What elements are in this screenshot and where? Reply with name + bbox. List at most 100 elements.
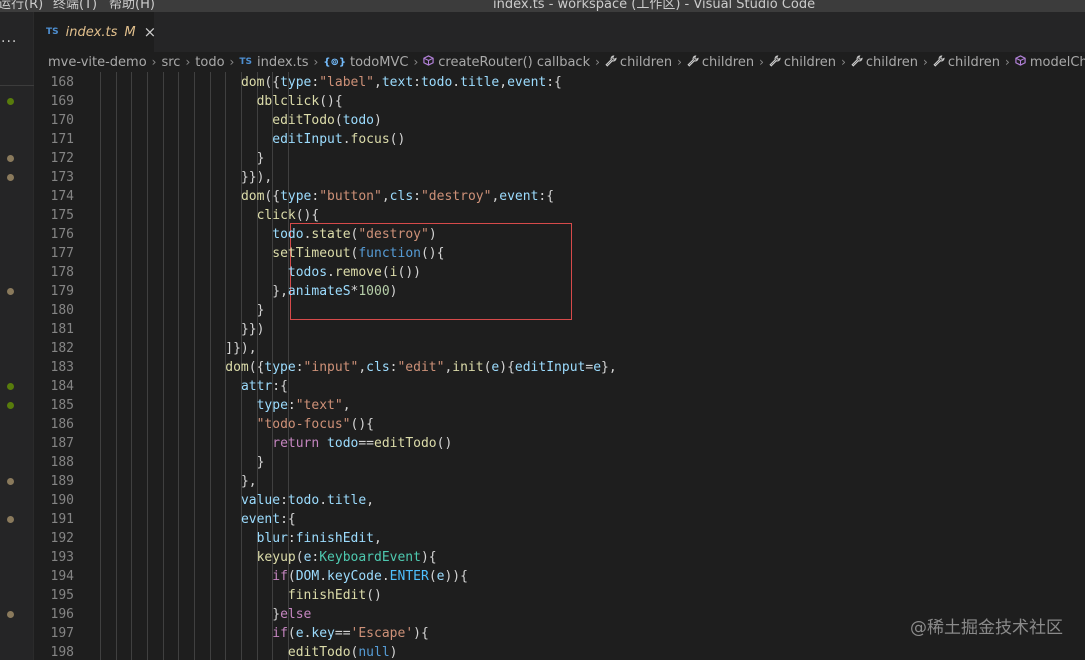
- modified-change-dot[interactable]: [7, 516, 14, 523]
- code-token: text: [381, 75, 414, 90]
- code-line[interactable]: 187 return todo==editTodo(): [34, 434, 1085, 453]
- line-number: 181: [50, 322, 74, 337]
- code-token: "todo-focus": [256, 417, 351, 432]
- code-token: (: [381, 265, 390, 280]
- code-token: value: [240, 493, 281, 508]
- code-token: ENTER: [389, 569, 429, 584]
- code-line[interactable]: 183 dom({type:"input",cls:"edit",init(e){…: [34, 358, 1085, 377]
- line-number: 178: [50, 265, 74, 280]
- code-line[interactable]: 193 keyup(e:KeyboardEvent){: [34, 548, 1085, 567]
- menu-terminal[interactable]: 终端(T): [53, 0, 97, 12]
- modified-change-dot[interactable]: [7, 288, 14, 295]
- code-token: todo: [272, 227, 304, 242]
- code-token: (){: [295, 208, 320, 223]
- modified-change-dot[interactable]: [7, 478, 14, 485]
- modified-change-dot[interactable]: [7, 155, 14, 162]
- code-line[interactable]: 173}}),: [34, 168, 1085, 187]
- tab-index-ts[interactable]: TS index.ts M ×: [34, 12, 157, 52]
- code-token: ,: [374, 531, 382, 546]
- breadcrumb-item[interactable]: createRouter() callback: [423, 55, 590, 70]
- modified-change-dot[interactable]: [7, 611, 14, 618]
- code-token: todo: [327, 436, 359, 451]
- method-cube-icon: [1015, 55, 1026, 69]
- code-line[interactable]: 181}}): [34, 320, 1085, 339]
- code-token: :: [287, 398, 296, 413]
- code-line[interactable]: 177 setTimeout(function(){: [34, 244, 1085, 263]
- code-line[interactable]: 182]}),: [34, 339, 1085, 358]
- breadcrumb-item[interactable]: children: [851, 55, 918, 70]
- code-token: todo: [342, 113, 375, 128]
- code-line[interactable]: 172}: [34, 149, 1085, 168]
- code-token: type: [280, 189, 312, 204]
- code-line[interactable]: 179 },animateS*1000): [34, 282, 1085, 301]
- code-line[interactable]: 194 if(DOM.keyCode.ENTER(e)){: [34, 567, 1085, 586]
- wrench-icon: [769, 54, 781, 70]
- code-line[interactable]: 188}: [34, 453, 1085, 472]
- menu-run[interactable]: 运行(R): [0, 0, 43, 12]
- code-token: ,: [499, 75, 508, 90]
- code-line[interactable]: 169 dblclick(){: [34, 92, 1085, 111]
- added-change-dot[interactable]: [7, 383, 14, 390]
- breadcrumb-item[interactable]: modelChildren(): [1015, 55, 1085, 70]
- breadcrumb-item[interactable]: children: [769, 55, 836, 70]
- code-text: finishEdit(): [288, 586, 382, 605]
- tab-bar: TS index.ts M ×: [34, 12, 1085, 52]
- code-token: .: [319, 569, 328, 584]
- code-token: .: [452, 75, 461, 90]
- added-change-dot[interactable]: [7, 98, 14, 105]
- breadcrumb-item[interactable]: mve-vite-demo: [48, 55, 147, 70]
- breadcrumb-label: children: [619, 54, 673, 70]
- line-number: 179: [50, 284, 74, 299]
- code-line[interactable]: 168 dom({type:"label",text:todo.title,eve…: [34, 73, 1085, 92]
- modified-change-dot[interactable]: [7, 174, 14, 181]
- code-line[interactable]: 174 dom({type:"button",cls:"destroy",even…: [34, 187, 1085, 206]
- code-token: .: [381, 569, 390, 584]
- breadcrumb-item[interactable]: todo: [195, 55, 224, 70]
- menu-help[interactable]: 帮助(H): [109, 0, 155, 12]
- wrench-icon: [851, 54, 863, 70]
- code-line[interactable]: 190 value:todo.title,: [34, 491, 1085, 510]
- code-token: 1000: [358, 284, 390, 299]
- code-token: ){: [499, 360, 515, 375]
- close-icon[interactable]: ×: [144, 23, 157, 41]
- code-line[interactable]: 198 editTodo(null): [34, 643, 1085, 660]
- breadcrumb-item[interactable]: {⊚} todoMVC: [323, 55, 408, 70]
- code-line[interactable]: 191 event:{: [34, 510, 1085, 529]
- code-line[interactable]: 189},: [34, 472, 1085, 491]
- code-line[interactable]: 192 blur:finishEdit,: [34, 529, 1085, 548]
- breadcrumb-item[interactable]: children: [687, 55, 754, 70]
- code-line[interactable]: 171 editInput.focus(): [34, 130, 1085, 149]
- added-change-dot[interactable]: [7, 402, 14, 409]
- code-line[interactable]: 178 todos.remove(i()): [34, 263, 1085, 282]
- breadcrumb-item[interactable]: src: [161, 55, 180, 70]
- code-line[interactable]: 184 attr:{: [34, 377, 1085, 396]
- more-actions-icon[interactable]: ···: [1, 34, 17, 50]
- code-line[interactable]: 185 type:"text",: [34, 396, 1085, 415]
- code-line[interactable]: 180}: [34, 301, 1085, 320]
- code-token: else: [280, 607, 312, 622]
- code-line[interactable]: 176 todo.state("destroy"): [34, 225, 1085, 244]
- breadcrumb-item[interactable]: children: [933, 55, 1000, 70]
- code-text: dom({type:"button",cls:"destroy",event:{: [241, 187, 554, 206]
- code-token: event: [240, 512, 281, 527]
- code-token: "edit": [397, 360, 445, 375]
- code-line[interactable]: 186 "todo-focus"(){: [34, 415, 1085, 434]
- typescript-file-icon: TS: [46, 27, 59, 37]
- code-token: key: [311, 626, 335, 641]
- code-editor[interactable]: 168 dom({type:"label",text:todo.title,eve…: [34, 72, 1085, 660]
- code-token: }: [272, 607, 281, 622]
- window-title: index.ts - workspace (工作区) - Visual Stud…: [493, 0, 816, 12]
- code-token: type: [264, 360, 296, 375]
- code-line[interactable]: 170 editTodo(todo): [34, 111, 1085, 130]
- code-line[interactable]: 175 click(){: [34, 206, 1085, 225]
- code-token: (): [436, 436, 453, 451]
- code-token: ){: [413, 626, 429, 641]
- breadcrumb-item[interactable]: children: [605, 55, 672, 70]
- breadcrumb-item[interactable]: TS index.ts: [239, 55, 308, 70]
- code-text: },animateS*1000): [272, 282, 397, 301]
- code-token: click: [256, 208, 296, 223]
- code-text: if(DOM.keyCode.ENTER(e)){: [272, 567, 468, 586]
- code-line[interactable]: 195 finishEdit(): [34, 586, 1085, 605]
- code-token: :{: [280, 512, 296, 527]
- code-token: keyup: [256, 550, 296, 565]
